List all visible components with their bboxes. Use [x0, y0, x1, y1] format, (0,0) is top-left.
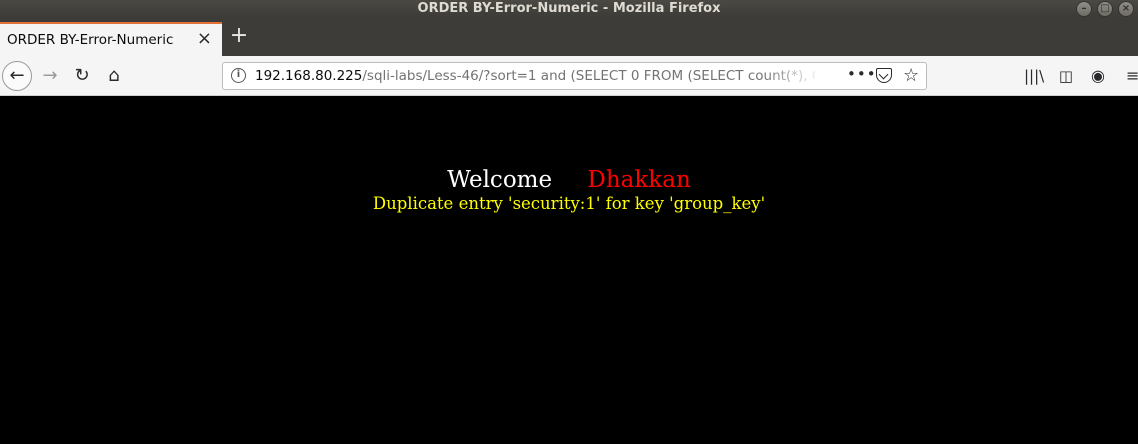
- url-text[interactable]: 192.168.80.225/sqli-labs/Less-46/?sort=1…: [255, 68, 815, 84]
- sidebar-icon[interactable]: ◫: [1056, 66, 1076, 86]
- page-actions-icon[interactable]: •••: [847, 65, 877, 83]
- window-controls: – □ ×: [1076, 1, 1134, 17]
- reload-icon[interactable]: ↻: [72, 66, 92, 86]
- address-bar[interactable]: i 192.168.80.225/sqli-labs/Less-46/?sort…: [222, 62, 927, 90]
- library-icon[interactable]: |||\: [1024, 66, 1044, 86]
- new-tab-icon[interactable]: +: [228, 24, 250, 48]
- window-title: ORDER BY-Error-Numeric - Mozilla Firefox: [417, 1, 721, 16]
- user-name: Dhakkan: [587, 167, 691, 193]
- tab-strip: ORDER BY-Error-Numeric × +: [0, 18, 1138, 56]
- url-host: 192.168.80.225: [255, 68, 363, 84]
- bookmark-star-icon[interactable]: ☆: [903, 65, 919, 86]
- url-fade: [763, 64, 823, 88]
- url-path: /sqli-labs/Less-46/?sort=1 and (SELECT 0…: [362, 68, 815, 84]
- window-titlebar: ORDER BY-Error-Numeric - Mozilla Firefox…: [0, 0, 1138, 18]
- pocket-icon[interactable]: [876, 68, 892, 83]
- close-window-icon[interactable]: ×: [1118, 1, 1134, 17]
- menu-icon[interactable]: ≡: [1126, 66, 1138, 86]
- welcome-line: Welcome Dhakkan: [0, 167, 1138, 193]
- maximize-icon[interactable]: □: [1097, 1, 1113, 17]
- tab-close-icon[interactable]: ×: [197, 28, 212, 49]
- back-arrow-icon[interactable]: ←: [2, 61, 32, 91]
- page-content: Welcome Dhakkan Duplicate entry 'securit…: [0, 97, 1138, 444]
- tab-active[interactable]: ORDER BY-Error-Numeric ×: [0, 22, 222, 56]
- minimize-icon[interactable]: –: [1076, 1, 1092, 17]
- navigation-toolbar: ← → ↻ ⌂ i 192.168.80.225/sqli-labs/Less-…: [0, 56, 1138, 96]
- site-info-icon[interactable]: i: [231, 68, 246, 83]
- account-icon[interactable]: ◉: [1088, 66, 1108, 86]
- tab-title: ORDER BY-Error-Numeric: [7, 32, 174, 48]
- error-message: Duplicate entry 'security:1' for key 'gr…: [372, 194, 766, 213]
- home-icon[interactable]: ⌂: [104, 66, 124, 86]
- forward-arrow-icon[interactable]: →: [40, 66, 60, 86]
- welcome-text: Welcome: [447, 167, 553, 193]
